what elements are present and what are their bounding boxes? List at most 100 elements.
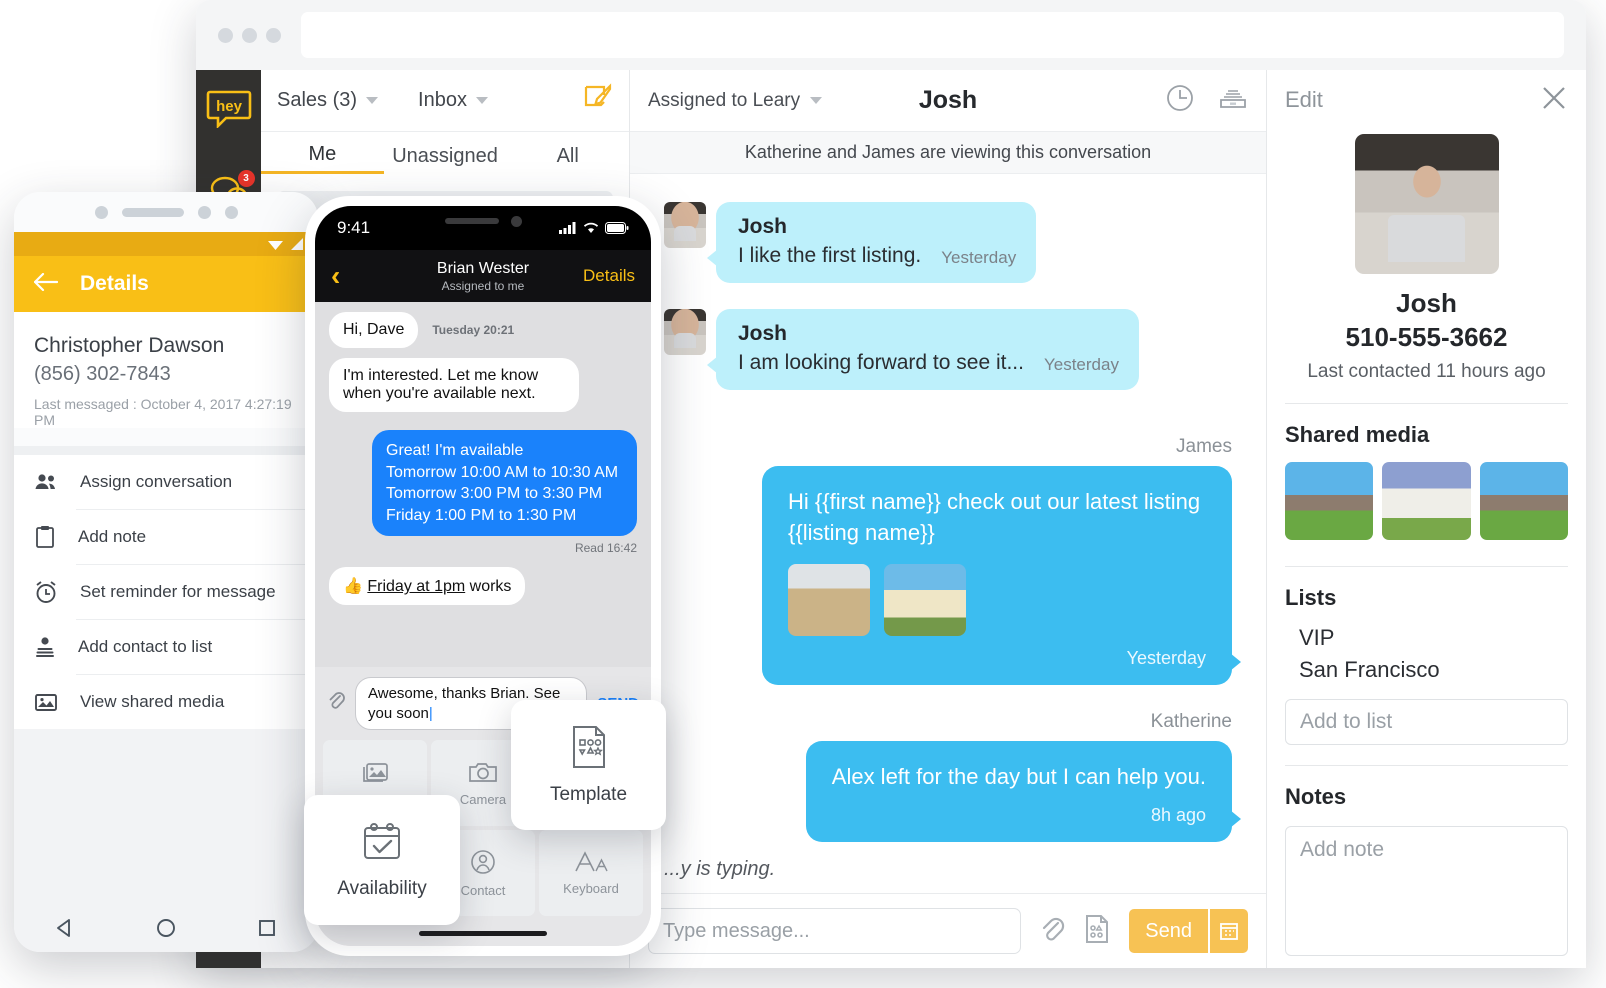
divider: [1285, 403, 1568, 404]
android-menu-item-shared-media[interactable]: View shared media: [14, 675, 318, 729]
front-camera-icon: [510, 215, 522, 227]
arrow-left-icon[interactable]: [33, 272, 59, 296]
android-menu-item-assign[interactable]: Assign conversation: [14, 455, 318, 509]
edit-link[interactable]: Edit: [1285, 87, 1323, 113]
popover-availability-label: Availability: [337, 878, 427, 899]
folder-filter-dropdown[interactable]: Inbox: [418, 89, 488, 112]
sensor-icon: [224, 205, 238, 219]
assigned-to-dropdown[interactable]: Assigned to Leary: [648, 90, 823, 112]
house-photo-3[interactable]: [1479, 462, 1568, 540]
ios-incoming-bubble[interactable]: 👍 Friday at 1pm works: [329, 567, 526, 606]
ios-detected-time[interactable]: Friday at 1pm: [367, 578, 465, 595]
chevron-left-icon[interactable]: ‹: [331, 260, 340, 292]
close-x-icon[interactable]: [1540, 84, 1568, 117]
ios-status-bar: 9:41: [315, 206, 651, 250]
ios-action-label: Contact: [460, 882, 506, 898]
add-note-textarea[interactable]: Add note: [1285, 826, 1568, 956]
send-button-label: Send: [1145, 919, 1192, 942]
address-bar[interactable]: [301, 12, 1564, 58]
tab-all[interactable]: All: [506, 145, 629, 173]
account-filter-dropdown[interactable]: Sales (3): [277, 89, 379, 112]
android-nav-bar: [14, 899, 318, 952]
cellular-signal-icon: [559, 222, 576, 234]
popover-availability[interactable]: Availability: [304, 795, 460, 925]
android-menu-item-reminder[interactable]: Set reminder for message: [14, 565, 318, 619]
send-button[interactable]: Send: [1129, 909, 1248, 953]
home-circle-icon[interactable]: [155, 917, 177, 944]
viewing-banner: Katherine and James are viewing this con…: [630, 132, 1266, 174]
person-list-icon: [36, 637, 54, 657]
maximize-window-dot[interactable]: [266, 27, 281, 43]
ios-details-button[interactable]: Details: [583, 266, 635, 286]
archive-tray-icon[interactable]: [1218, 86, 1248, 115]
android-contact-name: Christopher Dawson: [34, 334, 225, 357]
android-menu-item-add-to-list[interactable]: Add contact to list: [14, 620, 318, 674]
add-to-list-input[interactable]: Add to list: [1285, 699, 1568, 745]
tab-me[interactable]: Me: [261, 143, 384, 174]
battery-icon: [605, 222, 629, 234]
ios-message-row: I'm interested. Let me know when you're …: [329, 358, 637, 412]
android-menu-item-add-note[interactable]: Add note: [14, 510, 318, 564]
house-photo-1[interactable]: [1285, 462, 1374, 540]
incoming-bubble[interactable]: Josh I am looking forward to see it... Y…: [707, 309, 1139, 390]
divider: [1285, 765, 1568, 766]
outgoing-bubble[interactable]: Alex left for the day but I can help you…: [805, 741, 1242, 842]
message-row-incoming: Josh I am looking forward to see it... Y…: [664, 309, 1232, 390]
alarm-clock-icon: [36, 581, 56, 603]
ios-action-keyboard[interactable]: Keyboard: [539, 830, 643, 916]
ios-action-label: Camera: [459, 791, 507, 807]
thumbs-up-icon: 👍: [343, 578, 363, 596]
josh-avatar: [664, 202, 706, 248]
hey-speech-bubble-logo[interactable]: hey: [206, 90, 252, 133]
calendar-icon[interactable]: [1208, 909, 1248, 953]
minimize-window-dot[interactable]: [242, 27, 257, 43]
ios-home-indicator[interactable]: [419, 930, 547, 936]
ios-incoming-bubble[interactable]: I'm interested. Let me know when you're …: [329, 358, 579, 412]
ios-incoming-bubble[interactable]: Hi, Dave: [329, 312, 419, 348]
notes-title: Notes: [1285, 784, 1347, 809]
outgoing-bubble[interactable]: Hi {{first name}} check out our latest l…: [762, 466, 1241, 686]
front-camera-icon: [94, 205, 108, 219]
tab-me-label: Me: [308, 143, 337, 165]
android-menu-label: Add contact to list: [78, 637, 213, 656]
ios-read-receipt: Read 16:42: [574, 541, 637, 556]
android-screen-title: Details: [80, 272, 149, 295]
template-document-icon: [572, 726, 605, 768]
calendar-check-icon: [364, 823, 400, 859]
android-contact-phone: (856) 302-7843: [34, 363, 171, 385]
android-empty-area: [14, 729, 318, 899]
popover-template[interactable]: Template: [511, 700, 666, 830]
unread-badge: 3: [237, 170, 255, 187]
josh-avatar: [664, 309, 706, 355]
popover-template-label: Template: [549, 784, 628, 805]
josh-profile-photo: [1354, 134, 1499, 274]
add-note-placeholder: Add note: [1300, 838, 1385, 861]
account-filter-label: Sales (3): [277, 89, 358, 111]
earpiece-speaker: [444, 218, 499, 224]
path-photo[interactable]: [788, 564, 870, 637]
close-window-dot[interactable]: [218, 27, 233, 43]
list-item[interactable]: VIP: [1299, 625, 1568, 651]
paperclip-icon[interactable]: [327, 690, 345, 717]
compose-pencil-icon[interactable]: [583, 83, 613, 118]
android-last-messaged: Last messaged : October 4, 2017 4:27:19 …: [34, 396, 292, 428]
list-item[interactable]: San Francisco: [1299, 657, 1568, 683]
tab-unassigned[interactable]: Unassigned: [384, 145, 507, 173]
recents-square-icon[interactable]: [256, 917, 278, 944]
clock-icon[interactable]: [1166, 84, 1194, 117]
back-triangle-icon[interactable]: [54, 917, 76, 944]
conversation-pane: Assigned to Leary Josh Katherine and Jam…: [630, 70, 1266, 968]
window-controls[interactable]: [218, 27, 281, 43]
ios-outgoing-bubble[interactable]: Great! I'm available Tomorrow 10:00 AM t…: [372, 430, 637, 537]
template-document-icon[interactable]: [1083, 914, 1111, 949]
message-row-outgoing: Katherine Alex left for the day but I ca…: [664, 711, 1242, 842]
paperclip-icon[interactable]: [1039, 915, 1065, 948]
incoming-bubble[interactable]: Josh I like the first listing. Yesterday: [706, 202, 1037, 283]
house-photo-2[interactable]: [1382, 462, 1471, 540]
message-sender: James: [1176, 436, 1232, 457]
contact-name: Josh: [1396, 288, 1457, 318]
add-to-list-placeholder: Add to list: [1300, 710, 1393, 733]
ios-message-thread: Hi, Dave Tuesday 20:21 I'm interested. L…: [315, 302, 651, 667]
message-input[interactable]: Type message...: [648, 908, 1022, 954]
cottage-photo[interactable]: [884, 564, 966, 637]
